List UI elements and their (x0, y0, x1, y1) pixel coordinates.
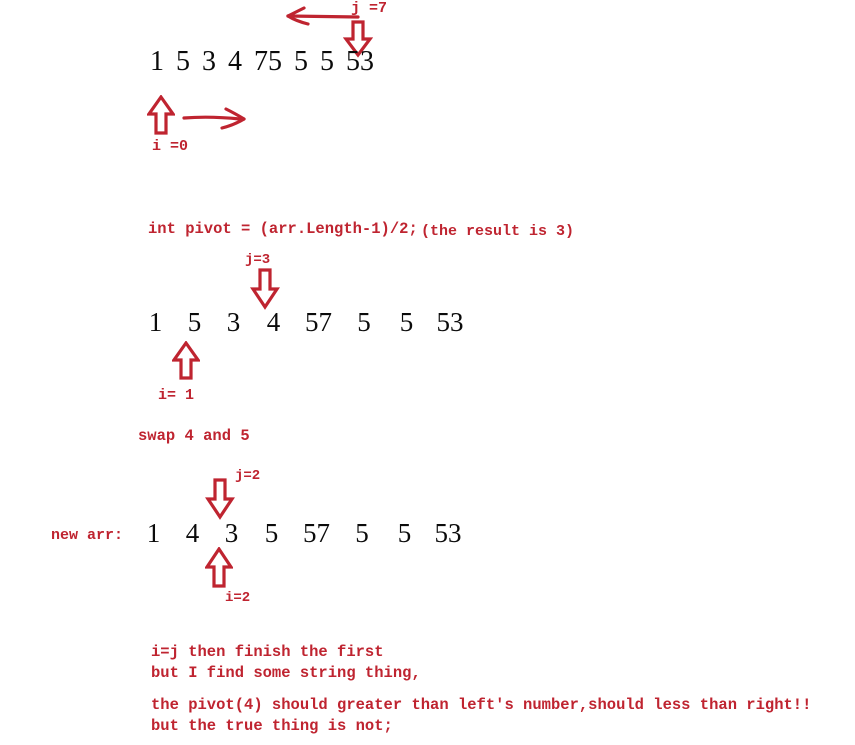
conclusion-line-1: i=j then finish the first (151, 643, 384, 661)
array-cell: 5 (294, 46, 308, 77)
up-block-arrow-icon (147, 95, 175, 137)
step1-i-label: i =0 (152, 138, 189, 155)
array-cell: 1 (150, 46, 164, 77)
array-cell: 1 (148, 307, 163, 337)
step3-array: 1 4 3 5 57 5 5 53 (134, 518, 470, 549)
array-cell: 1 (146, 518, 161, 548)
array-cell: 3 (224, 518, 239, 548)
array-cell: 5 (264, 518, 279, 548)
conclusion-line-3: the pivot(4) should greater than left's … (151, 696, 812, 714)
conclusion-line-4: but the true thing is not; (151, 717, 393, 735)
array-cell: 57 (303, 518, 330, 548)
array-cell: 53 (346, 46, 374, 77)
array-cell: 5 (399, 307, 414, 337)
array-cell: 3 (226, 307, 241, 337)
step1-array: 1 5 3 4 75 5 5 53 (144, 46, 380, 78)
up-block-arrow-icon (172, 341, 200, 381)
right-arrow-icon (182, 106, 252, 134)
array-cell: 5 (355, 518, 369, 548)
step3-row-label: new arr: (51, 527, 124, 544)
step2-i-label: i= 1 (158, 387, 195, 404)
conclusion-line-2: but I find some string thing, (151, 664, 421, 682)
array-cell: 4 (228, 46, 242, 77)
step2-array: 1 5 3 4 57 5 5 53 (136, 307, 472, 338)
down-block-arrow-icon (205, 478, 235, 520)
pivot-code: int pivot = (arr.Length-1)/2; (148, 220, 418, 238)
step1-j-label: j =7 (351, 0, 388, 17)
array-cell: 5 (320, 46, 334, 77)
swap-note: swap 4 and 5 (138, 427, 250, 445)
array-cell: 75 (254, 46, 282, 77)
array-cell: 4 (185, 518, 200, 548)
array-cell: 3 (202, 46, 216, 77)
array-cell: 53 (434, 518, 462, 548)
array-cell: 5 (187, 307, 202, 337)
array-cell: 53 (436, 307, 464, 337)
up-block-arrow-icon (205, 547, 233, 589)
array-cell: 5 (176, 46, 190, 77)
pivot-result-note: (the result is 3) (421, 223, 575, 240)
step2-j-label: j=3 (245, 252, 271, 268)
array-cell: 57 (305, 307, 332, 337)
array-cell: 5 (397, 518, 412, 548)
down-block-arrow-icon (250, 268, 280, 310)
step3-i-label: i=2 (225, 590, 251, 606)
array-cell: 4 (266, 307, 281, 337)
array-cell: 5 (357, 307, 371, 337)
step3-j-label: j=2 (235, 468, 261, 484)
